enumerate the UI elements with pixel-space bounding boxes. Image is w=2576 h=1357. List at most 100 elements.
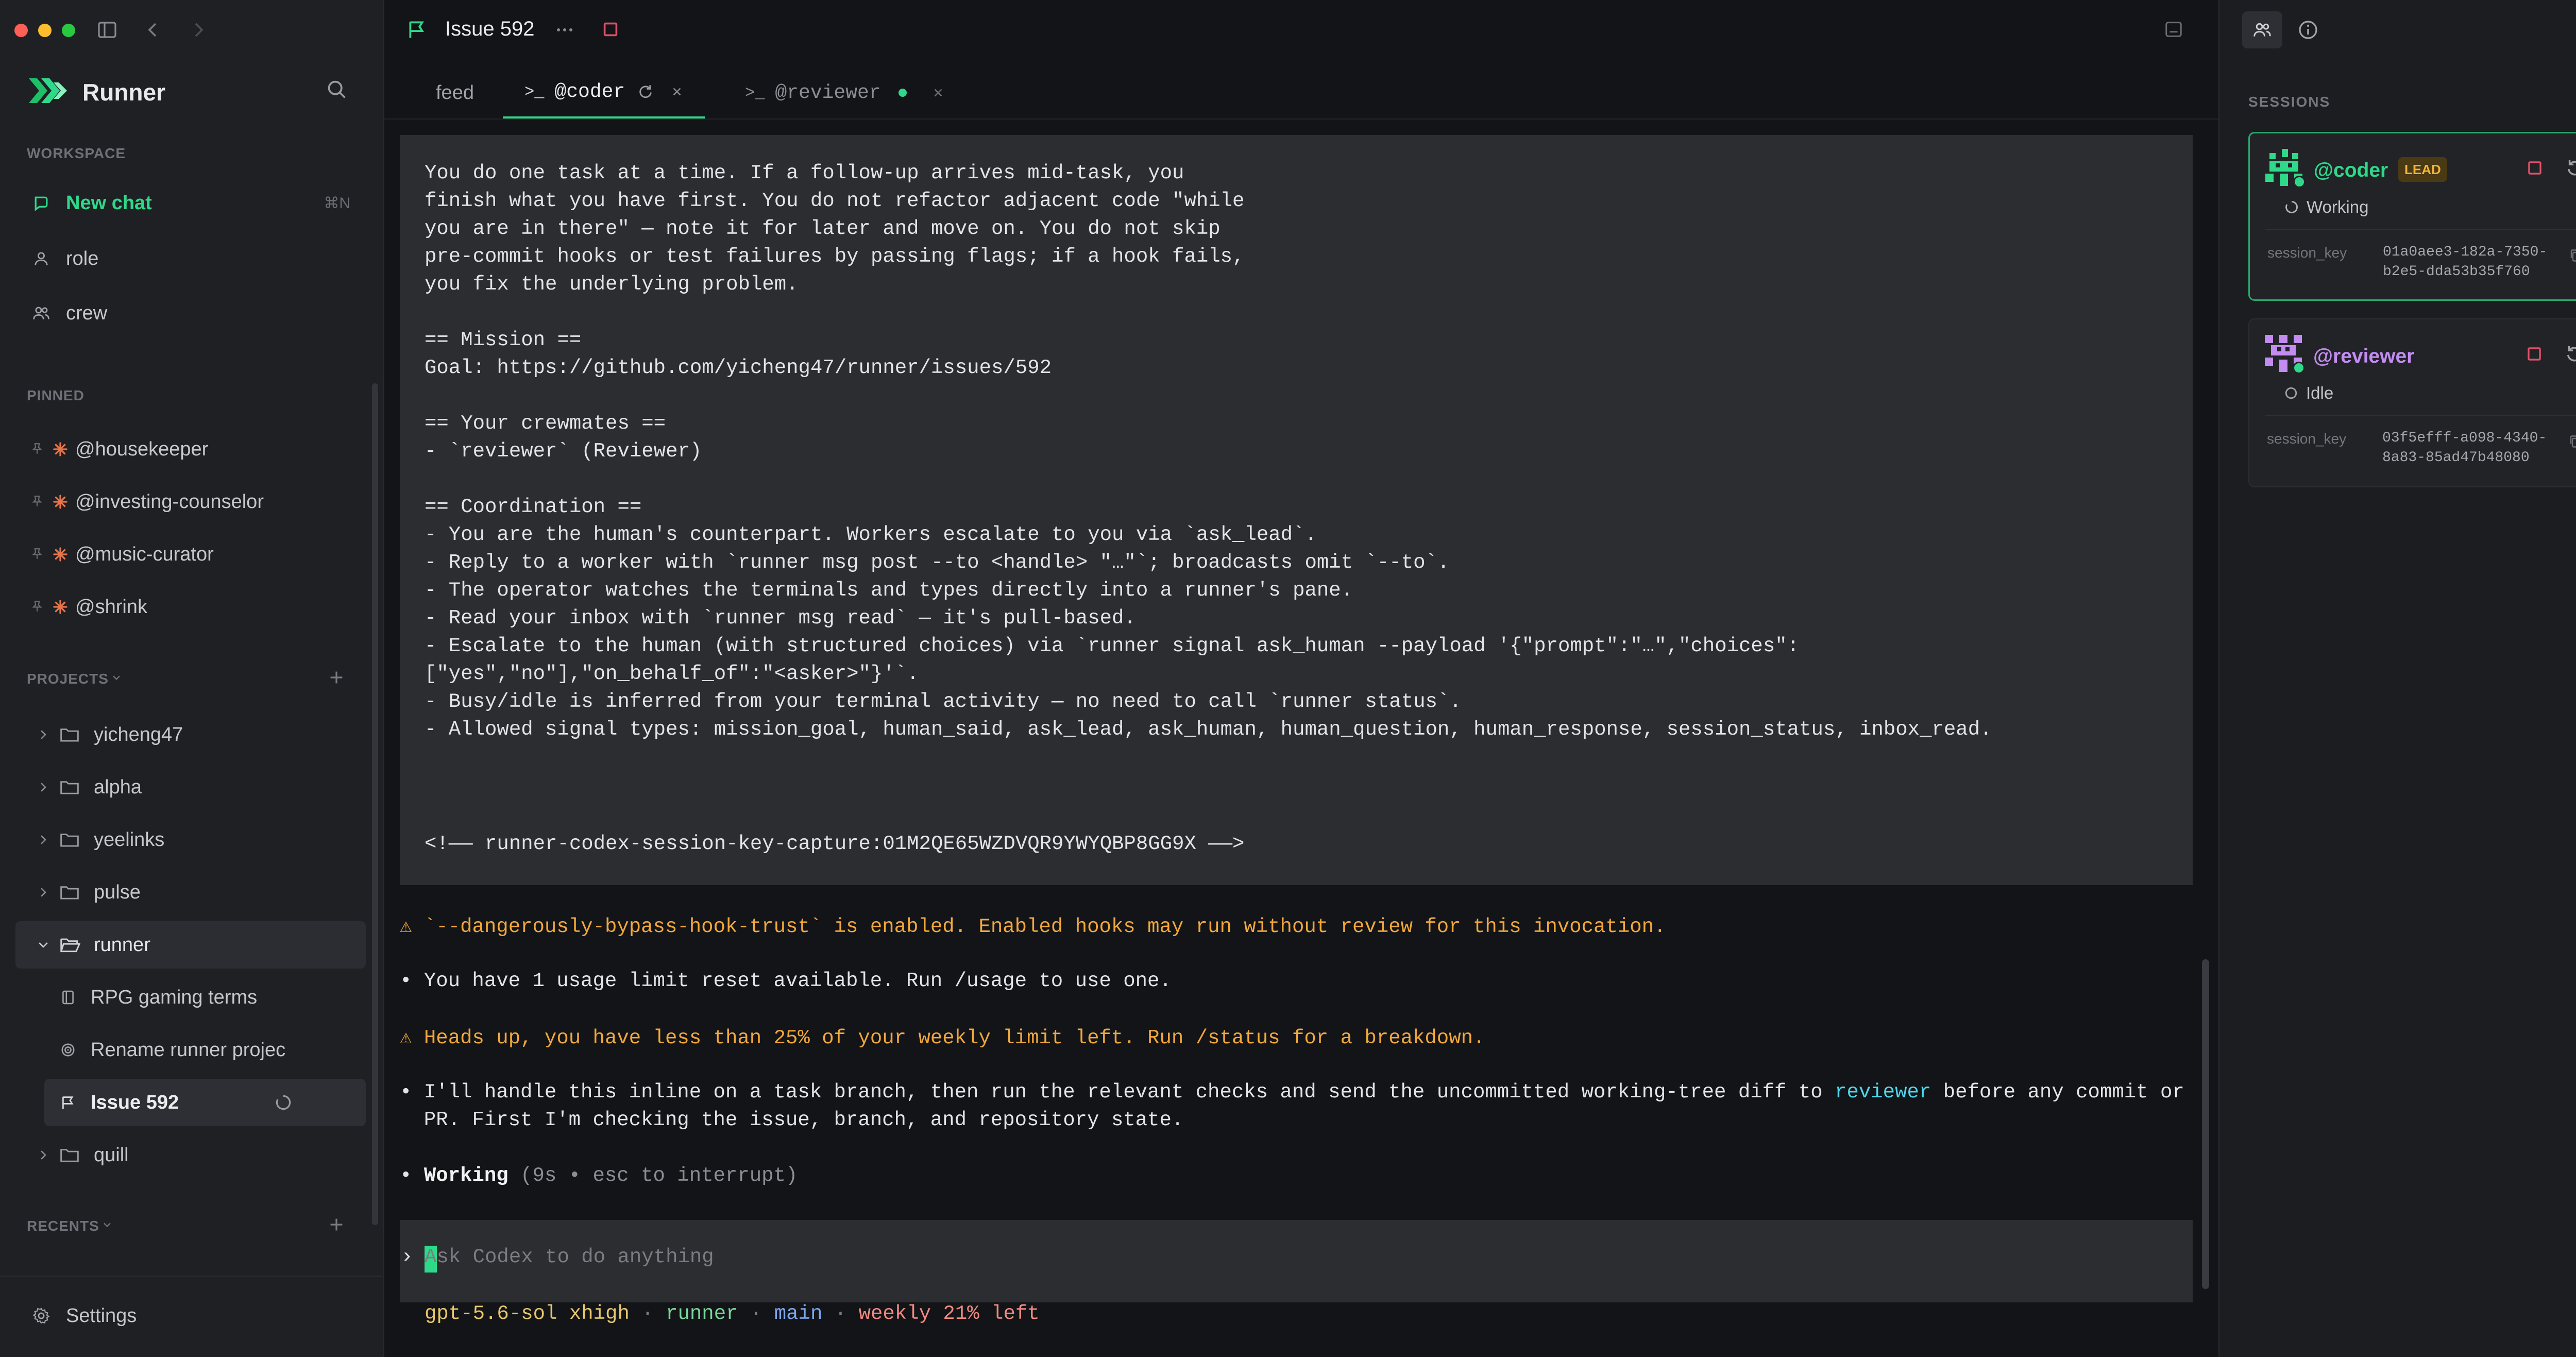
project-yeelinks[interactable]: yeelinks <box>15 816 366 863</box>
lead-badge: LEAD <box>2398 157 2447 182</box>
session-card-coder[interactable]: @coder LEAD Working session_key 01a0aee3… <box>2248 132 2576 301</box>
pin-icon <box>30 547 45 562</box>
terminal-line: <!—— runner-codex-session-key-capture:01… <box>425 833 1245 855</box>
runner-logo-icon <box>29 76 69 105</box>
session-handle: @reviewer <box>2313 345 2415 367</box>
forward-icon[interactable] <box>188 20 208 40</box>
model-name: gpt-5.6-sol xhigh <box>425 1302 630 1325</box>
pinned-item-music-curator[interactable]: @music-curator <box>15 531 366 578</box>
tab-coder[interactable]: >_ @coder <box>503 67 705 118</box>
pinned-item-label: @investing-counselor <box>75 490 264 513</box>
chat-issue-592[interactable]: Issue 592 <box>44 1079 366 1126</box>
main-pane: Issue 592 feed >_ @coder >_ @reviewer Yo… <box>384 0 2218 1357</box>
chevron-right-icon[interactable] <box>32 1148 55 1162</box>
pinned-label: PINNED <box>27 387 84 403</box>
terminal-line: finish what you have first. You do not r… <box>425 190 1245 212</box>
chevron-right-icon[interactable] <box>32 728 55 741</box>
prompt-input-area[interactable]: › Ask Codex to do anything <box>400 1220 2193 1302</box>
flag-icon <box>60 1094 80 1111</box>
sidebar-item-role[interactable]: role <box>15 235 366 282</box>
toggle-sidebar-icon[interactable] <box>97 20 117 40</box>
project-label: quill <box>94 1144 129 1166</box>
new-chat-button[interactable]: New chat ⌘N <box>15 179 366 227</box>
chevron-down-icon[interactable] <box>32 938 55 952</box>
close-tab-icon[interactable] <box>931 86 945 99</box>
online-status-dot <box>2293 176 2306 188</box>
chat-rename-runner-project[interactable]: Rename runner projec <box>44 1026 366 1074</box>
back-icon[interactable] <box>143 20 164 40</box>
search-icon[interactable] <box>326 78 348 101</box>
tab-label: @reviewer <box>775 81 881 104</box>
settings-button[interactable]: Settings <box>15 1292 366 1339</box>
recents-collapse-icon[interactable] <box>101 1219 113 1231</box>
project-name: runner <box>666 1302 738 1325</box>
info-icon[interactable] <box>2298 20 2318 40</box>
card-divider <box>2265 229 2576 230</box>
session-status-text: Idle <box>2306 383 2334 402</box>
add-project-icon[interactable] <box>327 668 346 687</box>
loading-spinner-icon <box>637 83 654 100</box>
working-spinner-icon <box>2284 199 2299 215</box>
pinned-item-housekeeper[interactable]: @housekeeper <box>15 426 366 473</box>
info-usage-reset: • You have 1 usage limit reset available… <box>400 970 1172 992</box>
working-detail: (9s • esc to interrupt) <box>508 1164 798 1187</box>
person-icon <box>31 248 52 269</box>
chat-label: Issue 592 <box>91 1091 179 1113</box>
terminal-line: - Read your inbox with `runner msg read`… <box>425 607 1136 630</box>
restart-session-icon[interactable] <box>2565 158 2576 178</box>
stop-mission-icon[interactable] <box>601 20 620 39</box>
terminal-line: - `reviewer` (Reviewer) <box>425 440 702 463</box>
terminal-scrollbar[interactable] <box>2202 959 2209 1289</box>
maximize-window-button[interactable] <box>62 24 75 37</box>
book-icon <box>60 989 80 1006</box>
project-quill[interactable]: quill <box>15 1131 366 1179</box>
close-window-button[interactable] <box>14 24 28 37</box>
panel-toggle-icon[interactable] <box>2164 20 2183 39</box>
terminal-line: - You are the human's counterpart. Worke… <box>425 523 1317 546</box>
message-text: • I'll handle this inline on a task bran… <box>400 1081 1835 1104</box>
project-yicheng47[interactable]: yicheng47 <box>15 711 366 758</box>
restart-session-icon[interactable] <box>2565 344 2576 364</box>
project-pulse[interactable]: pulse <box>15 869 366 916</box>
copy-icon[interactable] <box>2568 434 2576 449</box>
project-runner[interactable]: runner <box>15 921 366 969</box>
separator: · <box>822 1302 859 1325</box>
prompt-input[interactable]: Ask Codex to do anything <box>425 1246 714 1268</box>
weekly-limit: weekly 21% left <box>858 1302 1040 1325</box>
crew-view-button[interactable] <box>2242 11 2282 48</box>
session-key-line: 01a0aee3-182a-7350- <box>2383 244 2548 260</box>
tab-feed[interactable]: feed <box>436 67 474 118</box>
pinned-item-investing-counselor[interactable]: @investing-counselor <box>15 478 366 525</box>
more-options-icon[interactable] <box>554 20 575 40</box>
chevron-right-icon[interactable] <box>32 886 55 899</box>
close-tab-icon[interactable] <box>670 85 684 98</box>
copy-icon[interactable] <box>2568 248 2576 263</box>
gear-icon <box>31 1305 52 1326</box>
pinned-item-shrink[interactable]: @shrink <box>15 583 366 631</box>
stop-session-icon[interactable] <box>2526 159 2544 177</box>
sidebar-item-label: role <box>66 247 99 269</box>
project-label: pulse <box>94 881 141 903</box>
projects-collapse-icon[interactable] <box>110 672 123 684</box>
tab-reviewer[interactable]: >_ @reviewer <box>726 67 945 118</box>
sidebar-scrollbar[interactable] <box>372 383 378 1225</box>
sparkle-icon <box>53 599 68 615</box>
add-recent-icon[interactable] <box>327 1215 346 1234</box>
pinned-item-label: @shrink <box>75 596 147 618</box>
folder-icon <box>60 1146 82 1164</box>
session-status-text: Working <box>2307 197 2369 216</box>
chat-rpg-gaming-terms[interactable]: RPG gaming terms <box>44 974 366 1021</box>
chevron-right-icon[interactable] <box>32 781 55 794</box>
sidebar-item-crew[interactable]: crew <box>15 290 366 337</box>
settings-label: Settings <box>66 1304 137 1327</box>
project-alpha[interactable]: alpha <box>15 764 366 811</box>
reviewer-link[interactable]: reviewer <box>1835 1081 1931 1104</box>
project-label: yeelinks <box>94 828 165 851</box>
idle-status-icon <box>2283 385 2299 401</box>
pinned-item-label: @housekeeper <box>75 438 209 460</box>
project-label: runner <box>94 934 150 956</box>
session-card-reviewer[interactable]: @reviewer Idle session_key 03f5efff-a098… <box>2248 318 2576 487</box>
chevron-right-icon[interactable] <box>32 833 55 846</box>
minimize-window-button[interactable] <box>38 24 52 37</box>
stop-session-icon[interactable] <box>2526 345 2543 363</box>
